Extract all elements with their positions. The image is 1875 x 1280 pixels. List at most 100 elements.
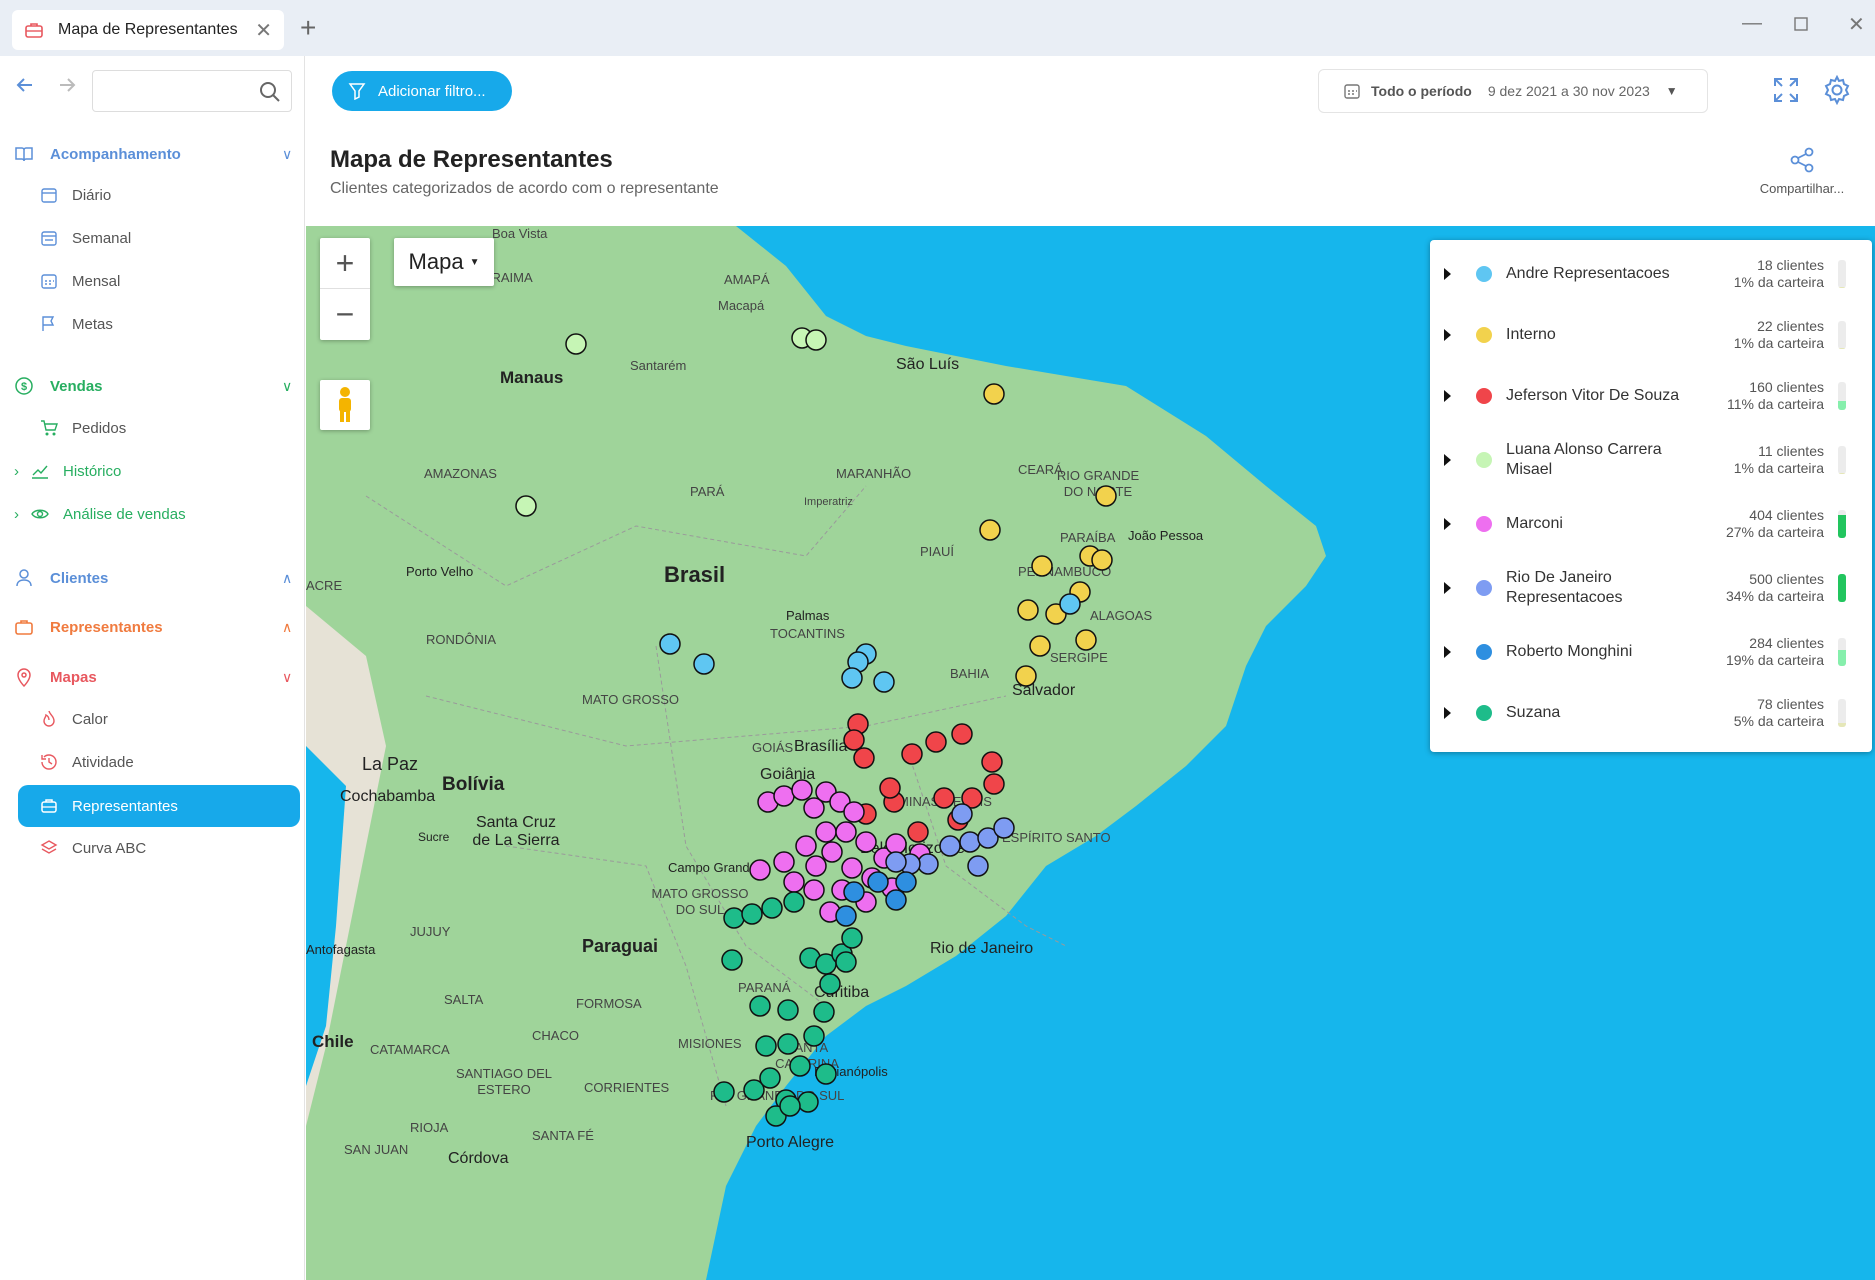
client-marker[interactable] <box>805 329 827 351</box>
sidebar-item-diario[interactable]: Diário <box>40 186 111 204</box>
client-marker[interactable] <box>713 1081 735 1103</box>
client-marker[interactable] <box>515 495 537 517</box>
sidebar-item-mensal[interactable]: Mensal <box>40 272 120 290</box>
period-selector[interactable]: Todo o período 9 dez 2021 a 30 nov 2023 … <box>1318 69 1708 113</box>
client-marker[interactable] <box>939 835 961 857</box>
client-marker[interactable] <box>835 951 857 973</box>
client-marker[interactable] <box>885 851 907 873</box>
client-marker[interactable] <box>741 903 763 925</box>
client-marker[interactable] <box>813 1001 835 1023</box>
expand-triangle-icon[interactable] <box>1444 582 1451 594</box>
client-marker[interactable] <box>951 803 973 825</box>
client-marker[interactable] <box>853 747 875 769</box>
client-marker[interactable] <box>777 1033 799 1055</box>
back-arrow-icon[interactable] <box>14 74 36 96</box>
expand-triangle-icon[interactable] <box>1444 268 1451 280</box>
section-mapas[interactable]: Mapas ∨ <box>14 667 292 687</box>
client-marker[interactable] <box>803 1025 825 1047</box>
gear-icon[interactable] <box>1822 75 1852 105</box>
chevron-right-icon[interactable]: › <box>14 506 19 523</box>
client-marker[interactable] <box>773 851 795 873</box>
dropdown-arrow-icon[interactable]: ▼ <box>1666 84 1678 98</box>
client-marker[interactable] <box>783 891 805 913</box>
client-marker[interactable] <box>843 801 865 823</box>
client-marker[interactable] <box>789 1055 811 1077</box>
client-marker[interactable] <box>951 723 973 745</box>
client-marker[interactable] <box>885 833 907 855</box>
client-marker[interactable] <box>821 841 843 863</box>
chevron-down-icon[interactable]: ∨ <box>282 669 292 686</box>
client-marker[interactable] <box>565 333 587 355</box>
new-tab-icon[interactable]: + <box>300 12 316 44</box>
client-marker[interactable] <box>815 821 837 843</box>
sidebar-item-metas[interactable]: Metas <box>40 315 113 333</box>
client-marker[interactable] <box>779 1095 801 1117</box>
client-marker[interactable] <box>1095 485 1117 507</box>
minimize-icon[interactable]: — <box>1742 12 1762 35</box>
sidebar-item-pedidos[interactable]: Pedidos <box>40 419 126 437</box>
client-marker[interactable] <box>777 999 799 1021</box>
client-marker[interactable] <box>795 835 817 857</box>
client-marker[interactable] <box>693 653 715 675</box>
legend-item[interactable]: Jeferson Vitor De Souza 160 clientes 11% d… <box>1430 366 1872 426</box>
client-marker[interactable] <box>761 897 783 919</box>
client-marker[interactable] <box>835 905 857 927</box>
client-marker[interactable] <box>791 779 813 801</box>
client-marker[interactable] <box>841 857 863 879</box>
zoom-in-button[interactable]: + <box>320 238 370 289</box>
legend-item[interactable]: Suzana 78 clientes 5% da carteira <box>1430 683 1872 743</box>
client-marker[interactable] <box>907 821 929 843</box>
client-marker[interactable] <box>993 817 1015 839</box>
client-marker[interactable] <box>983 383 1005 405</box>
legend-item[interactable]: Rio De Janeiro Representacoes 500 cliente… <box>1430 558 1872 618</box>
share-button[interactable]: Compartilhar... <box>1752 146 1852 196</box>
chevron-up-icon[interactable]: ∧ <box>282 570 292 587</box>
expand-triangle-icon[interactable] <box>1444 707 1451 719</box>
legend-item[interactable]: Marconi 404 clientes 27% da carteira <box>1430 494 1872 554</box>
sidebar-item-semanal[interactable]: Semanal <box>40 229 131 247</box>
sidebar-item-analise[interactable]: › Análise de vendas <box>14 505 186 523</box>
legend-item[interactable]: Interno 22 clientes 1% da carteira <box>1430 305 1872 365</box>
client-marker[interactable] <box>1015 665 1037 687</box>
client-marker[interactable] <box>755 1035 777 1057</box>
section-clientes[interactable]: Clientes ∧ <box>14 568 292 588</box>
client-marker[interactable] <box>841 927 863 949</box>
client-marker[interactable] <box>983 773 1005 795</box>
client-marker[interactable] <box>967 855 989 877</box>
legend-item[interactable]: Luana Alonso Carrera Misael 11 clientes 1%… <box>1430 430 1872 490</box>
section-representantes[interactable]: Representantes ∧ <box>14 617 292 637</box>
client-marker[interactable] <box>1091 549 1113 571</box>
client-marker[interactable] <box>749 859 771 881</box>
client-marker[interactable] <box>797 1091 819 1113</box>
client-marker[interactable] <box>659 633 681 655</box>
client-marker[interactable] <box>917 853 939 875</box>
client-marker[interactable] <box>867 871 889 893</box>
forward-arrow-icon[interactable] <box>56 74 78 96</box>
client-marker[interactable] <box>783 871 805 893</box>
client-marker[interactable] <box>721 949 743 971</box>
close-tab-icon[interactable]: ✕ <box>255 18 272 43</box>
client-marker[interactable] <box>925 731 947 753</box>
sidebar-item-historico[interactable]: › Histórico <box>14 462 121 480</box>
client-marker[interactable] <box>835 821 857 843</box>
client-marker[interactable] <box>1017 599 1039 621</box>
client-marker[interactable] <box>981 751 1003 773</box>
chevron-up-icon[interactable]: ∧ <box>282 619 292 636</box>
client-marker[interactable] <box>873 671 895 693</box>
client-marker[interactable] <box>803 879 825 901</box>
client-marker[interactable] <box>895 871 917 893</box>
section-vendas[interactable]: $ Vendas ∨ <box>14 376 292 396</box>
maximize-icon[interactable] <box>1794 14 1808 37</box>
zoom-out-button[interactable]: − <box>320 289 370 340</box>
expand-triangle-icon[interactable] <box>1444 646 1451 658</box>
browser-tab[interactable]: Mapa de Representantes ✕ <box>12 10 284 50</box>
street-view-pegman[interactable] <box>320 380 370 430</box>
client-marker[interactable] <box>1031 555 1053 577</box>
client-marker[interactable] <box>759 1067 781 1089</box>
expand-triangle-icon[interactable] <box>1444 518 1451 530</box>
client-marker[interactable] <box>901 743 923 765</box>
map-type-select[interactable]: Mapa ▼ <box>394 238 494 286</box>
client-marker[interactable] <box>749 995 771 1017</box>
chevron-down-icon[interactable]: ∨ <box>282 378 292 395</box>
client-marker[interactable] <box>819 973 841 995</box>
